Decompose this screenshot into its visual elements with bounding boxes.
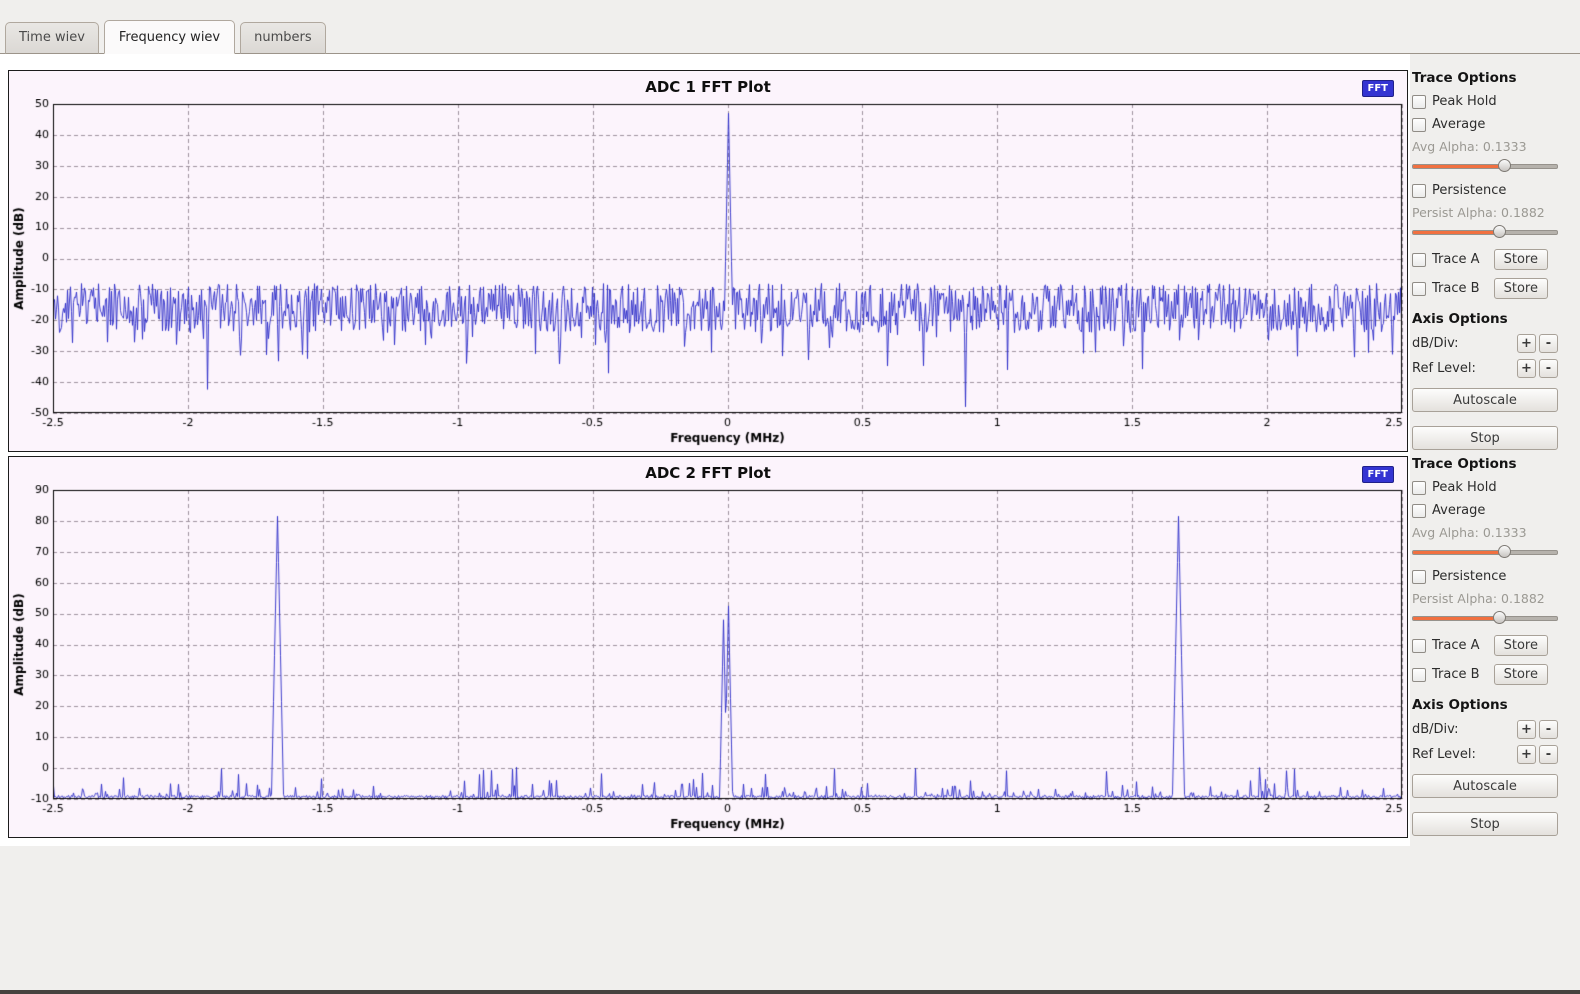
persist-alpha-label: Persist Alpha: 0.1882 xyxy=(1412,591,1558,606)
db-div-row: dB/Div: + - xyxy=(1412,334,1558,353)
db-div-minus-button[interactable]: - xyxy=(1539,720,1558,739)
adc2-fft-panel: ADC 2 FFT Plot FFT xyxy=(8,456,1408,838)
average-row: Average xyxy=(1412,117,1558,132)
trace-a-row: Trace A Store xyxy=(1412,249,1558,270)
peak-hold-label: Peak Hold xyxy=(1432,94,1497,109)
slider-knob[interactable] xyxy=(1493,611,1506,624)
trace-b-row: Trace B Store xyxy=(1412,278,1558,299)
adc1-control-sidebar: Trace Options Peak Hold Average Avg Alph… xyxy=(1412,70,1558,452)
fft-badge: FFT xyxy=(1362,80,1394,97)
plots-column: ADC 1 FFT Plot FFT ADC 2 FFT Plot FFT xyxy=(0,54,1410,846)
trace-a-row: Trace A Store xyxy=(1412,635,1558,656)
adc2-control-sidebar: Trace Options Peak Hold Average Avg Alph… xyxy=(1412,456,1558,838)
tab-bar: Time wiev Frequency wiev numbers xyxy=(0,0,1580,54)
slider-track[interactable] xyxy=(1412,164,1558,169)
tab-numbers[interactable]: numbers xyxy=(240,22,326,54)
adc1-fft-plot-canvas[interactable] xyxy=(9,99,1407,451)
average-label: Average xyxy=(1432,117,1485,132)
db-div-label: dB/Div: xyxy=(1412,722,1459,737)
ref-level-minus-button[interactable]: - xyxy=(1539,745,1558,764)
axis-options-heading: Axis Options xyxy=(1412,697,1558,713)
autoscale-button[interactable]: Autoscale xyxy=(1412,774,1558,798)
adc2-fft-plot-canvas[interactable] xyxy=(9,485,1407,837)
persistence-checkbox[interactable] xyxy=(1412,184,1426,198)
tab-time-view[interactable]: Time wiev xyxy=(5,22,99,54)
stop-button[interactable]: Stop xyxy=(1412,812,1558,836)
trace-b-checkbox[interactable] xyxy=(1412,668,1426,682)
fft-badge: FFT xyxy=(1362,466,1394,483)
trace-b-label: Trace B xyxy=(1432,281,1480,296)
peak-hold-checkbox[interactable] xyxy=(1412,481,1426,495)
peak-hold-row: Peak Hold xyxy=(1412,480,1558,495)
slider-knob[interactable] xyxy=(1498,545,1511,558)
average-checkbox[interactable] xyxy=(1412,504,1426,518)
db-div-label: dB/Div: xyxy=(1412,336,1459,351)
persistence-label: Persistence xyxy=(1432,183,1506,198)
content-area: ADC 1 FFT Plot FFT ADC 2 FFT Plot FFT Tr… xyxy=(0,54,1580,990)
ref-level-label: Ref Level: xyxy=(1412,361,1476,376)
trace-b-label: Trace B xyxy=(1432,667,1480,682)
adc2-plot-title: ADC 2 FFT Plot xyxy=(9,464,1407,482)
trace-options-heading: Trace Options xyxy=(1412,456,1558,472)
trace-a-store-button[interactable]: Store xyxy=(1494,635,1548,656)
stop-button[interactable]: Stop xyxy=(1412,426,1558,450)
window-bottom-edge xyxy=(0,990,1580,994)
ref-level-label: Ref Level: xyxy=(1412,747,1476,762)
persist-alpha-label: Persist Alpha: 0.1882 xyxy=(1412,205,1558,220)
avg-alpha-label: Avg Alpha: 0.1333 xyxy=(1412,139,1558,154)
application-window: { "tabs": [ { "label": "Time wiev", "act… xyxy=(0,0,1580,994)
slider-track[interactable] xyxy=(1412,230,1558,235)
ref-level-minus-button[interactable]: - xyxy=(1539,359,1558,378)
slider-knob[interactable] xyxy=(1493,225,1506,238)
tab-frequency-view[interactable]: Frequency wiev xyxy=(104,20,235,54)
trace-a-label: Trace A xyxy=(1432,252,1480,267)
slider-track[interactable] xyxy=(1412,616,1558,621)
persist-alpha-slider[interactable] xyxy=(1412,610,1558,625)
persistence-label: Persistence xyxy=(1432,569,1506,584)
persistence-row: Persistence xyxy=(1412,569,1558,584)
trace-b-store-button[interactable]: Store xyxy=(1494,278,1548,299)
peak-hold-label: Peak Hold xyxy=(1432,480,1497,495)
trace-a-label: Trace A xyxy=(1432,638,1480,653)
trace-a-checkbox[interactable] xyxy=(1412,639,1426,653)
avg-alpha-slider[interactable] xyxy=(1412,158,1558,173)
slider-knob[interactable] xyxy=(1498,159,1511,172)
db-div-row: dB/Div: + - xyxy=(1412,720,1558,739)
persistence-checkbox[interactable] xyxy=(1412,570,1426,584)
autoscale-button[interactable]: Autoscale xyxy=(1412,388,1558,412)
trace-a-checkbox[interactable] xyxy=(1412,253,1426,267)
slider-track[interactable] xyxy=(1412,550,1558,555)
ref-level-row: Ref Level: + - xyxy=(1412,745,1558,764)
average-row: Average xyxy=(1412,503,1558,518)
trace-a-store-button[interactable]: Store xyxy=(1494,249,1548,270)
persistence-row: Persistence xyxy=(1412,183,1558,198)
trace-options-heading: Trace Options xyxy=(1412,70,1558,86)
trace-b-store-button[interactable]: Store xyxy=(1494,664,1548,685)
persist-alpha-slider[interactable] xyxy=(1412,224,1558,239)
axis-options-heading: Axis Options xyxy=(1412,311,1558,327)
peak-hold-checkbox[interactable] xyxy=(1412,95,1426,109)
ref-level-row: Ref Level: + - xyxy=(1412,359,1558,378)
ref-level-plus-button[interactable]: + xyxy=(1517,359,1536,378)
adc1-plot-title: ADC 1 FFT Plot xyxy=(9,78,1407,96)
db-div-minus-button[interactable]: - xyxy=(1539,334,1558,353)
trace-b-checkbox[interactable] xyxy=(1412,282,1426,296)
adc1-fft-panel: ADC 1 FFT Plot FFT xyxy=(8,70,1408,452)
avg-alpha-label: Avg Alpha: 0.1333 xyxy=(1412,525,1558,540)
db-div-plus-button[interactable]: + xyxy=(1517,720,1536,739)
ref-level-plus-button[interactable]: + xyxy=(1517,745,1536,764)
trace-b-row: Trace B Store xyxy=(1412,664,1558,685)
db-div-plus-button[interactable]: + xyxy=(1517,334,1536,353)
average-checkbox[interactable] xyxy=(1412,118,1426,132)
avg-alpha-slider[interactable] xyxy=(1412,544,1558,559)
peak-hold-row: Peak Hold xyxy=(1412,94,1558,109)
average-label: Average xyxy=(1432,503,1485,518)
